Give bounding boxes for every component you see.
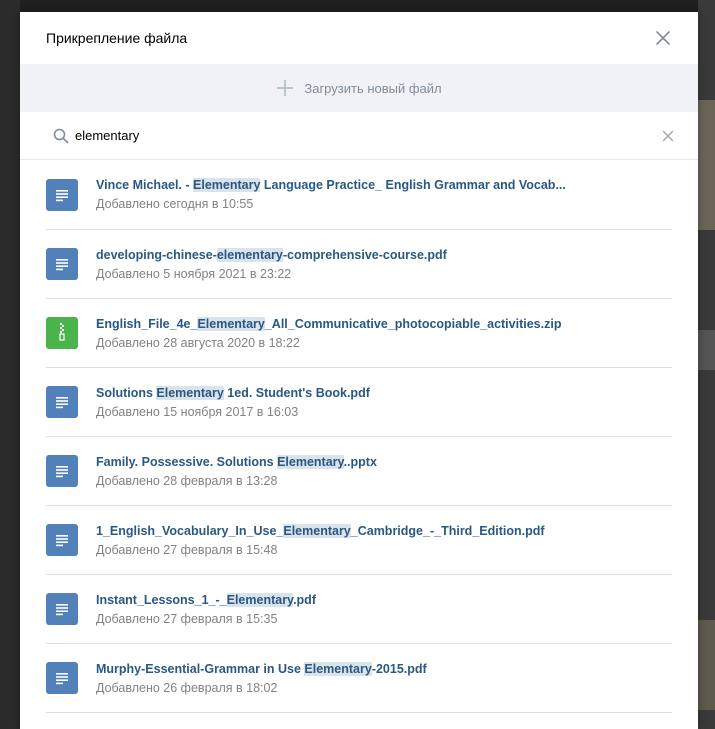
file-name[interactable]: Family. Possessive. Solutions Elementary…	[96, 454, 377, 469]
file-date: Добавлено 28 февраля в 13:28	[96, 473, 278, 488]
search-highlight: Elementary	[156, 385, 224, 400]
search-highlight: elementary	[216, 247, 283, 262]
dialog-title: Прикрепление файла	[46, 30, 188, 46]
file-item[interactable]: English_File_4e_Elementary_All_Communica…	[46, 299, 672, 368]
file-meta: 1_English_Vocabulary_In_Use_Elementary_C…	[96, 523, 545, 557]
file-name[interactable]: Instant_Lessons_1_-_Elementary.pdf	[96, 592, 316, 607]
document-icon	[46, 386, 78, 418]
file-name[interactable]: Vince Michael. - Elementary Language Pra…	[96, 178, 566, 192]
plus-icon	[276, 79, 294, 97]
file-date: Добавлено сегодня в 10:55	[96, 197, 254, 211]
file-date: Добавлено 28 августа 2020 в 18:22	[96, 335, 300, 350]
file-meta: English_File_4e_Elementary_All_Communica…	[96, 316, 561, 350]
search-bar	[20, 112, 698, 160]
search-highlight: Elementary	[226, 592, 294, 607]
search-highlight: Elementary	[304, 661, 372, 676]
file-date: Добавлено 27 февраля в 15:35	[96, 611, 278, 626]
file-meta: Vince Michael. - Elementary Language Pra…	[96, 178, 566, 211]
document-icon	[46, 524, 78, 556]
file-item[interactable]: Family. Possessive. Solutions Elementary…	[46, 437, 672, 506]
zip-archive-icon	[46, 317, 78, 349]
file-meta: Family. Possessive. Solutions Elementary…	[96, 454, 377, 488]
file-list: Vince Michael. - Elementary Language Pra…	[20, 160, 698, 713]
clear-icon	[662, 130, 674, 141]
document-icon	[46, 248, 78, 280]
search-highlight: Elementary	[277, 454, 344, 469]
file-date: Добавлено 5 ноября 2021 в 23:22	[96, 266, 292, 281]
file-item[interactable]: developing-chinese-elementary-comprehens…	[46, 230, 672, 299]
attach-file-dialog: Прикрепление файла Загрузить новый файл	[20, 12, 698, 729]
file-meta: developing-chinese-elementary-comprehens…	[96, 247, 447, 281]
document-icon	[46, 662, 78, 694]
close-icon	[656, 31, 670, 45]
file-date: Добавлено 27 февраля в 15:48	[96, 542, 278, 557]
search-highlight: Elementary	[283, 523, 351, 538]
document-icon	[46, 455, 78, 487]
backdrop-left	[0, 0, 20, 729]
file-name[interactable]: Solutions Elementary 1ed. Student's Book…	[96, 385, 370, 400]
search-highlight: Elementary	[193, 178, 261, 192]
file-meta: Instant_Lessons_1_-_Elementary.pdf Добав…	[96, 592, 316, 626]
file-item[interactable]: Vince Michael. - Elementary Language Pra…	[46, 160, 672, 230]
file-meta: Murphy-Essential-Grammar in Use Elementa…	[96, 661, 427, 695]
file-date: Добавлено 26 февраля в 18:02	[96, 680, 278, 695]
file-meta: Solutions Elementary 1ed. Student's Book…	[96, 385, 370, 419]
file-name[interactable]: developing-chinese-elementary-comprehens…	[96, 247, 447, 262]
search-icon	[53, 128, 69, 144]
document-icon	[46, 593, 78, 625]
file-name[interactable]: 1_English_Vocabulary_In_Use_Elementary_C…	[96, 523, 545, 538]
document-icon	[46, 178, 78, 211]
file-item[interactable]: Solutions Elementary 1ed. Student's Book…	[46, 368, 672, 437]
search-input[interactable]	[75, 128, 662, 143]
upload-label: Загрузить новый файл	[304, 80, 442, 96]
file-date: Добавлено 15 ноября 2017 в 16:03	[96, 404, 299, 419]
backdrop-right	[698, 0, 715, 729]
file-item[interactable]: Instant_Lessons_1_-_Elementary.pdf Добав…	[46, 575, 672, 644]
clear-search-button[interactable]	[662, 130, 674, 142]
file-item[interactable]: 1_English_Vocabulary_In_Use_Elementary_C…	[46, 506, 672, 575]
close-button[interactable]	[652, 27, 674, 49]
file-item[interactable]: Murphy-Essential-Grammar in Use Elementa…	[46, 644, 672, 713]
file-name[interactable]: Murphy-Essential-Grammar in Use Elementa…	[96, 661, 427, 676]
search-highlight: Elementary	[197, 316, 265, 331]
dialog-header: Прикрепление файла	[20, 12, 698, 64]
file-name[interactable]: English_File_4e_Elementary_All_Communica…	[96, 316, 561, 331]
upload-new-file-button[interactable]: Загрузить новый файл	[20, 64, 698, 112]
